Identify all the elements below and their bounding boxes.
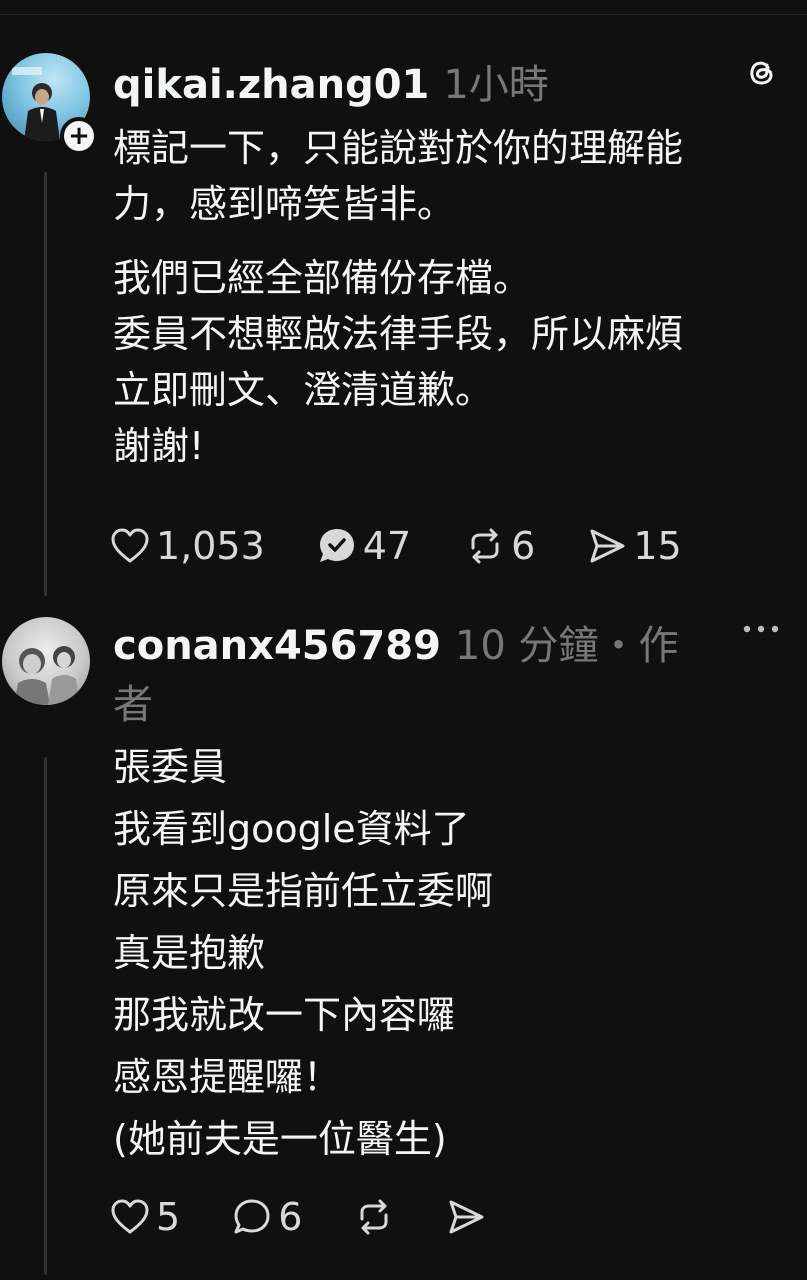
heart-icon bbox=[110, 527, 150, 565]
repost-icon bbox=[465, 526, 505, 566]
threads-logo-icon[interactable] bbox=[744, 55, 778, 93]
top-divider bbox=[0, 14, 807, 15]
more-options-icon[interactable] bbox=[742, 620, 780, 639]
thread-line bbox=[44, 757, 47, 1275]
heart-icon bbox=[110, 1198, 150, 1236]
text-line: 張委員 bbox=[113, 745, 228, 789]
avatar-photo bbox=[14, 646, 80, 705]
repost-button[interactable] bbox=[354, 1197, 394, 1237]
username-row: conanx456789 10 分鐘・作 bbox=[113, 613, 679, 671]
like-button[interactable]: 1,053 bbox=[110, 524, 265, 568]
reply-count: 6 bbox=[278, 1195, 303, 1239]
author-tag-wrap: 者 bbox=[113, 672, 153, 730]
action-bar: 1,053 47 6 15 bbox=[110, 524, 720, 568]
action-bar: 5 6 bbox=[110, 1195, 524, 1239]
like-count: 1,053 bbox=[156, 524, 265, 568]
send-icon bbox=[587, 526, 627, 566]
share-count: 15 bbox=[633, 524, 682, 568]
text-line: 我看到google資料了 bbox=[113, 807, 470, 851]
plus-icon: + bbox=[64, 121, 94, 151]
author-tag: 者 bbox=[113, 682, 153, 728]
author-tag: ・作 bbox=[598, 623, 679, 669]
post-body: 張委員 我看到google資料了 原來只是指前任立委啊 真是抱歉 那我就改一下內… bbox=[113, 736, 783, 1170]
timestamp: 1小時 bbox=[443, 62, 549, 108]
username[interactable]: conanx456789 bbox=[113, 623, 441, 669]
text-line: 力，感到啼笑皆非。 bbox=[113, 182, 456, 226]
reply-button[interactable]: 6 bbox=[232, 1195, 302, 1239]
text-line: 標記一下，只能說對於你的理解能 bbox=[113, 126, 684, 170]
share-button[interactable]: 15 bbox=[587, 524, 682, 568]
avatar[interactable] bbox=[2, 617, 90, 705]
text-line: 委員不想輕啟法律手段，所以麻煩 bbox=[113, 312, 684, 356]
reply-bubble-icon bbox=[232, 1197, 272, 1237]
text-line: 感恩提醒囉！ bbox=[113, 1055, 342, 1099]
reply-button[interactable]: 47 bbox=[317, 524, 411, 568]
text-line: 謝謝! bbox=[113, 424, 205, 468]
username-row: qikai.zhang01 1小時 bbox=[113, 52, 549, 110]
post-body: 標記一下，只能說對於你的理解能 力，感到啼笑皆非。 我們已經全部備份存檔。 委員… bbox=[113, 120, 783, 474]
thread-line bbox=[44, 172, 47, 596]
text-line: (她前夫是一位醫生) bbox=[113, 1117, 447, 1161]
like-button[interactable]: 5 bbox=[110, 1195, 180, 1239]
replied-bubble-icon bbox=[317, 526, 357, 566]
text-line: 原來只是指前任立委啊 bbox=[113, 869, 494, 913]
share-button[interactable] bbox=[446, 1197, 486, 1237]
repost-button[interactable]: 6 bbox=[465, 524, 535, 568]
text-line: 真是抱歉 bbox=[113, 931, 266, 975]
text-line: 立即刪文、澄清道歉。 bbox=[113, 368, 494, 412]
send-icon bbox=[446, 1197, 486, 1237]
reply-count: 47 bbox=[362, 524, 412, 568]
repost-count: 6 bbox=[511, 524, 536, 568]
timestamp: 10 分鐘 bbox=[454, 623, 599, 669]
text-line: 我們已經全部備份存檔。 bbox=[113, 256, 532, 300]
repost-icon bbox=[354, 1197, 394, 1237]
text-line: 那我就改一下內容囉 bbox=[113, 993, 456, 1037]
follow-button[interactable]: + bbox=[60, 117, 98, 155]
like-count: 5 bbox=[156, 1195, 181, 1239]
username[interactable]: qikai.zhang01 bbox=[113, 62, 429, 108]
